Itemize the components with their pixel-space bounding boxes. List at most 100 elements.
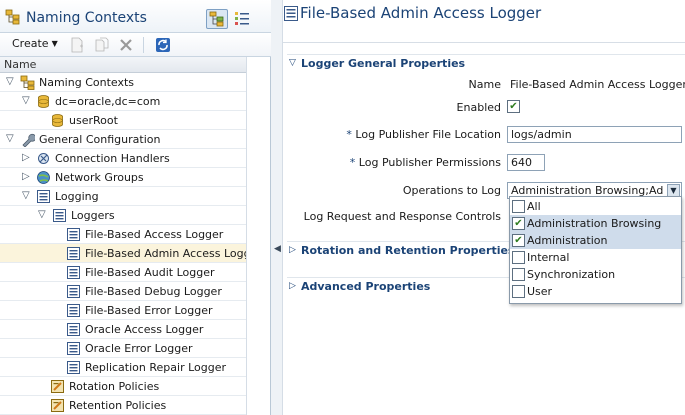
refresh-icon[interactable]	[155, 37, 171, 53]
option-label: Administration Browsing	[527, 217, 662, 230]
operations-option[interactable]: All	[510, 198, 681, 215]
request-response-label: Log Request and Response Controls	[303, 210, 501, 223]
operations-option[interactable]: User	[510, 283, 681, 300]
chevron-right-icon[interactable]: ▷	[289, 281, 296, 291]
list-icon	[53, 209, 66, 222]
tree-item[interactable]: ▽ Logging	[0, 187, 246, 206]
tree-item[interactable]: File-Based Audit Logger	[0, 263, 246, 282]
tree-item[interactable]: File-Based Error Logger	[0, 301, 246, 320]
title-divider	[283, 42, 685, 43]
tree-item[interactable]: userRoot	[0, 111, 246, 130]
panel-splitter[interactable]: ◀	[271, 0, 283, 415]
option-label: Synchronization	[527, 268, 616, 281]
naming-contexts-panel: Naming Contexts Create ▼ Name ▽ Naming C…	[0, 0, 271, 415]
globe-icon	[37, 171, 50, 184]
option-checkbox[interactable]	[512, 200, 525, 213]
tree-item-label: Logging	[55, 190, 99, 203]
tree-item[interactable]: ▽ dc=oracle,dc=com	[0, 92, 246, 111]
log-icon	[67, 304, 80, 317]
chevron-down-icon[interactable]: ▽	[6, 133, 16, 145]
tree-item-label: File-Based Error Logger	[85, 304, 213, 317]
tree-item[interactable]: Retention Policies	[0, 396, 246, 415]
operations-option[interactable]: ✔ Administration	[510, 232, 681, 249]
tree-item[interactable]: Rotation Policies	[0, 377, 246, 396]
enabled-label: Enabled	[456, 101, 501, 114]
tree-item[interactable]: Oracle Access Logger	[0, 320, 246, 339]
check-icon: ✔	[509, 101, 518, 112]
check-icon: ✔	[514, 235, 523, 246]
log-icon	[67, 247, 80, 260]
tree-item[interactable]: ▷ Network Groups	[0, 168, 246, 187]
plug-icon	[38, 153, 49, 164]
name-value: File-Based Admin Access Logger	[510, 78, 685, 91]
delete-icon[interactable]	[118, 37, 134, 53]
copy-entry-icon[interactable]	[94, 37, 110, 53]
tree-item[interactable]: Oracle Error Logger	[0, 339, 246, 358]
file-location-input[interactable]	[507, 126, 682, 143]
database-icon	[38, 95, 49, 108]
tree-view-button[interactable]	[206, 9, 228, 29]
logger-icon	[284, 6, 298, 21]
option-label: Internal	[527, 251, 570, 264]
log-icon	[67, 285, 80, 298]
operations-option[interactable]: ✔ Administration Browsing	[510, 215, 681, 232]
create-menu[interactable]: Create ▼	[12, 37, 58, 50]
tree-item-label: Loggers	[71, 209, 115, 222]
tree-item[interactable]: ▽ General Configuration	[0, 130, 246, 149]
chevron-down-icon[interactable]: ▽	[6, 76, 16, 88]
required-marker: *	[349, 156, 356, 169]
list-icon	[37, 190, 50, 203]
section-general-properties[interactable]: ▽ Logger General Properties	[287, 54, 685, 72]
tree-item-label: userRoot	[69, 114, 118, 127]
details-panel: File-Based Admin Access Logger ▽ Logger …	[283, 0, 685, 415]
section-general-title: Logger General Properties	[301, 57, 466, 70]
option-checkbox[interactable]	[512, 251, 525, 264]
new-entry-icon[interactable]	[69, 37, 85, 53]
file-location-label: * Log Publisher File Location	[346, 128, 501, 141]
chevron-right-icon[interactable]: ▷	[22, 152, 32, 164]
chevron-right-icon[interactable]: ▷	[289, 245, 296, 255]
list-view-button[interactable]	[232, 9, 254, 29]
permissions-input[interactable]	[507, 154, 545, 171]
enabled-checkbox[interactable]: ✔	[507, 100, 520, 113]
permissions-label: * Log Publisher Permissions	[350, 156, 501, 169]
chevron-down-icon[interactable]: ▽	[38, 209, 48, 221]
tree-item-label: Retention Policies	[69, 399, 167, 412]
option-checkbox[interactable]	[512, 268, 525, 281]
option-label: All	[527, 200, 541, 213]
page-title: File-Based Admin Access Logger	[300, 4, 542, 22]
tree-item[interactable]: File-Based Debug Logger	[0, 282, 246, 301]
permissions-label-text: Log Publisher Permissions	[358, 156, 501, 169]
tree-item[interactable]: ▽ Naming Contexts	[0, 73, 246, 92]
tree-item[interactable]: Replication Repair Logger	[0, 358, 246, 377]
chevron-down-icon[interactable]: ▽	[22, 95, 32, 107]
log-icon	[67, 342, 80, 355]
chevron-down-icon: ▼	[51, 39, 58, 48]
option-checkbox[interactable]: ✔	[512, 217, 525, 230]
log-icon	[67, 323, 80, 336]
list-view-icon	[235, 12, 249, 25]
option-checkbox[interactable]: ✔	[512, 234, 525, 247]
operations-option[interactable]: Synchronization	[510, 266, 681, 283]
tree-item-label: Network Groups	[55, 171, 144, 184]
wrench-icon	[22, 133, 35, 147]
operations-option[interactable]: Internal	[510, 249, 681, 266]
tree-item[interactable]: File-Based Admin Access Logger	[0, 244, 262, 263]
panel-toolbar: Create ▼	[0, 33, 271, 57]
chevron-down-icon[interactable]: ▽	[22, 190, 32, 202]
option-label: User	[527, 285, 553, 298]
chevron-down-icon[interactable]: ▽	[289, 58, 296, 68]
section-advanced-title: Advanced Properties	[301, 280, 431, 293]
collapse-left-icon[interactable]: ◀	[274, 244, 281, 254]
tree-item-label: Oracle Error Logger	[85, 342, 193, 355]
tree-scrollbar[interactable]	[246, 57, 270, 415]
option-checkbox[interactable]	[512, 285, 525, 298]
tree-item-label: File-Based Access Logger	[85, 228, 224, 241]
tree-item[interactable]: ▷ Connection Handlers	[0, 149, 246, 168]
tree-item[interactable]: ▽ Loggers	[0, 206, 246, 225]
tree-item[interactable]: File-Based Access Logger	[0, 225, 246, 244]
section-rotation-title: Rotation and Retention Properties	[301, 244, 515, 257]
chevron-right-icon[interactable]: ▷	[22, 171, 32, 183]
column-header-name[interactable]: Name	[0, 57, 246, 73]
tree-item-label: File-Based Audit Logger	[85, 266, 215, 279]
